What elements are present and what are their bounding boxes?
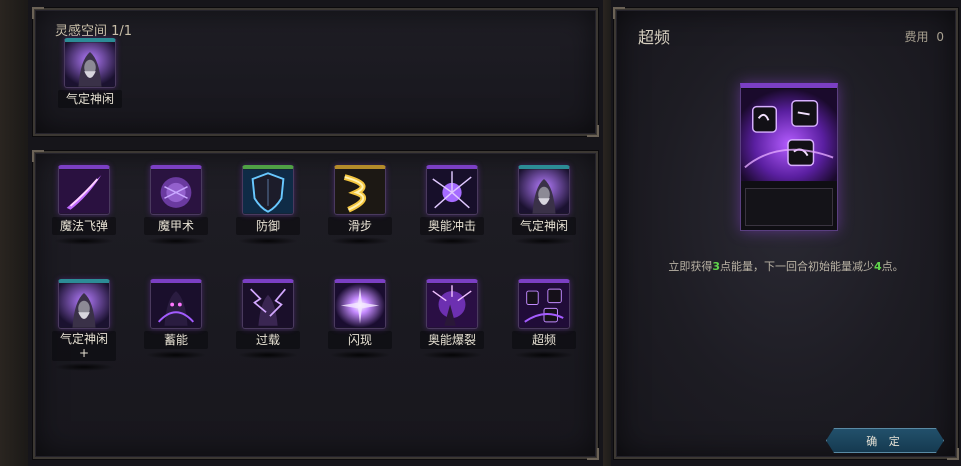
card-mage-armor[interactable]: 魔甲术 <box>144 165 208 245</box>
arcane-blast-icon <box>426 165 478 215</box>
desc-text: 立即获得 <box>668 260 713 273</box>
desc-text: 点能量，下一回合初始能量减少 <box>720 260 874 273</box>
card-name: 气定神闲 <box>512 217 576 235</box>
left-border-strip <box>0 0 28 466</box>
card-blink[interactable]: 闪现 <box>328 279 392 359</box>
card-text-box <box>745 188 833 226</box>
detail-title: 超频 <box>638 28 671 47</box>
card-name: 气定神闲 <box>58 90 122 108</box>
confirm-button[interactable]: 确 定 <box>826 428 944 453</box>
shield-icon <box>242 165 294 215</box>
card-shadow <box>330 237 390 245</box>
card-name: 奥能爆裂 <box>420 331 484 349</box>
overload-icon <box>242 279 294 329</box>
card-name: 魔法飞弹 <box>52 217 116 235</box>
card-name: 奥能冲击 <box>420 217 484 235</box>
cost-label: 费用 <box>904 30 929 44</box>
card-name: 魔甲术 <box>144 217 208 235</box>
card-shadow <box>146 237 206 245</box>
card-defend[interactable]: 防御 <box>236 165 300 245</box>
card-overclock[interactable]: 超频 <box>512 279 576 359</box>
magic-missile-icon <box>58 165 110 215</box>
card-name: 防御 <box>236 217 300 235</box>
card-shadow <box>238 237 298 245</box>
card-serene-mind-plus[interactable]: 气定神闲+ <box>52 279 116 371</box>
desc-text: 点。 <box>881 260 904 273</box>
blink-icon <box>334 279 386 329</box>
inspiration-card[interactable]: 气定神闲 <box>58 38 122 108</box>
card-description: 立即获得3点能量，下一回合初始能量减少4点。 <box>616 258 956 274</box>
card-name: 蓄能 <box>144 331 208 349</box>
card-shadow <box>238 351 298 359</box>
card-shadow <box>514 237 574 245</box>
detail-card <box>740 83 838 231</box>
card-shadow <box>54 237 114 245</box>
desc-energy-loss: 4 <box>874 260 882 273</box>
card-name: 滑步 <box>328 217 392 235</box>
arcane-burst-icon <box>426 279 478 329</box>
slide-step-icon <box>334 165 386 215</box>
card-arcane-burst[interactable]: 奥能爆裂 <box>420 279 484 359</box>
card-arcane-blast[interactable]: 奥能冲击 <box>420 165 484 245</box>
card-shadow <box>146 351 206 359</box>
card-overload[interactable]: 过载 <box>236 279 300 359</box>
card-serene-mind[interactable]: 气定神闲 <box>512 165 576 245</box>
card-charge[interactable]: 蓄能 <box>144 279 208 359</box>
mage-armor-icon <box>150 165 202 215</box>
card-shadow <box>422 351 482 359</box>
card-shadow <box>54 363 114 371</box>
inspiration-label: 灵感空间 1/1 <box>55 24 133 39</box>
hooded-monk-icon <box>64 38 116 88</box>
inspiration-panel: 灵感空间 1/1 气定神闲 <box>32 7 599 137</box>
card-name: 闪现 <box>328 331 392 349</box>
card-shadow <box>422 237 482 245</box>
cost-value: 0 <box>936 30 944 44</box>
card-shadow <box>330 351 390 359</box>
hooded-monk-icon <box>58 279 110 329</box>
hooded-monk-icon <box>518 165 570 215</box>
card-name: 过载 <box>236 331 300 349</box>
cost-display: 费用 0 <box>905 28 944 45</box>
overclock-runes-icon <box>518 279 570 329</box>
card-name: 超频 <box>512 331 576 349</box>
card-collection-panel: 魔法飞弹 魔甲术 防御 滑步 奥能冲击 气定神闲 气定神闲+ 蓄能 过载 闪现 … <box>32 150 599 460</box>
card-name: 气定神闲+ <box>52 331 116 361</box>
card-detail-panel: 超频 费用 0 立即获得3点能量，下一回合初始能量减少4点。 确 定 <box>613 7 959 460</box>
divider-strip <box>603 0 611 466</box>
card-shadow <box>514 351 574 359</box>
desc-energy-gain: 3 <box>712 260 720 273</box>
card-slide-step[interactable]: 滑步 <box>328 165 392 245</box>
charge-icon <box>150 279 202 329</box>
overclock-runes-icon <box>741 88 837 182</box>
card-magic-missile[interactable]: 魔法飞弹 <box>52 165 116 245</box>
